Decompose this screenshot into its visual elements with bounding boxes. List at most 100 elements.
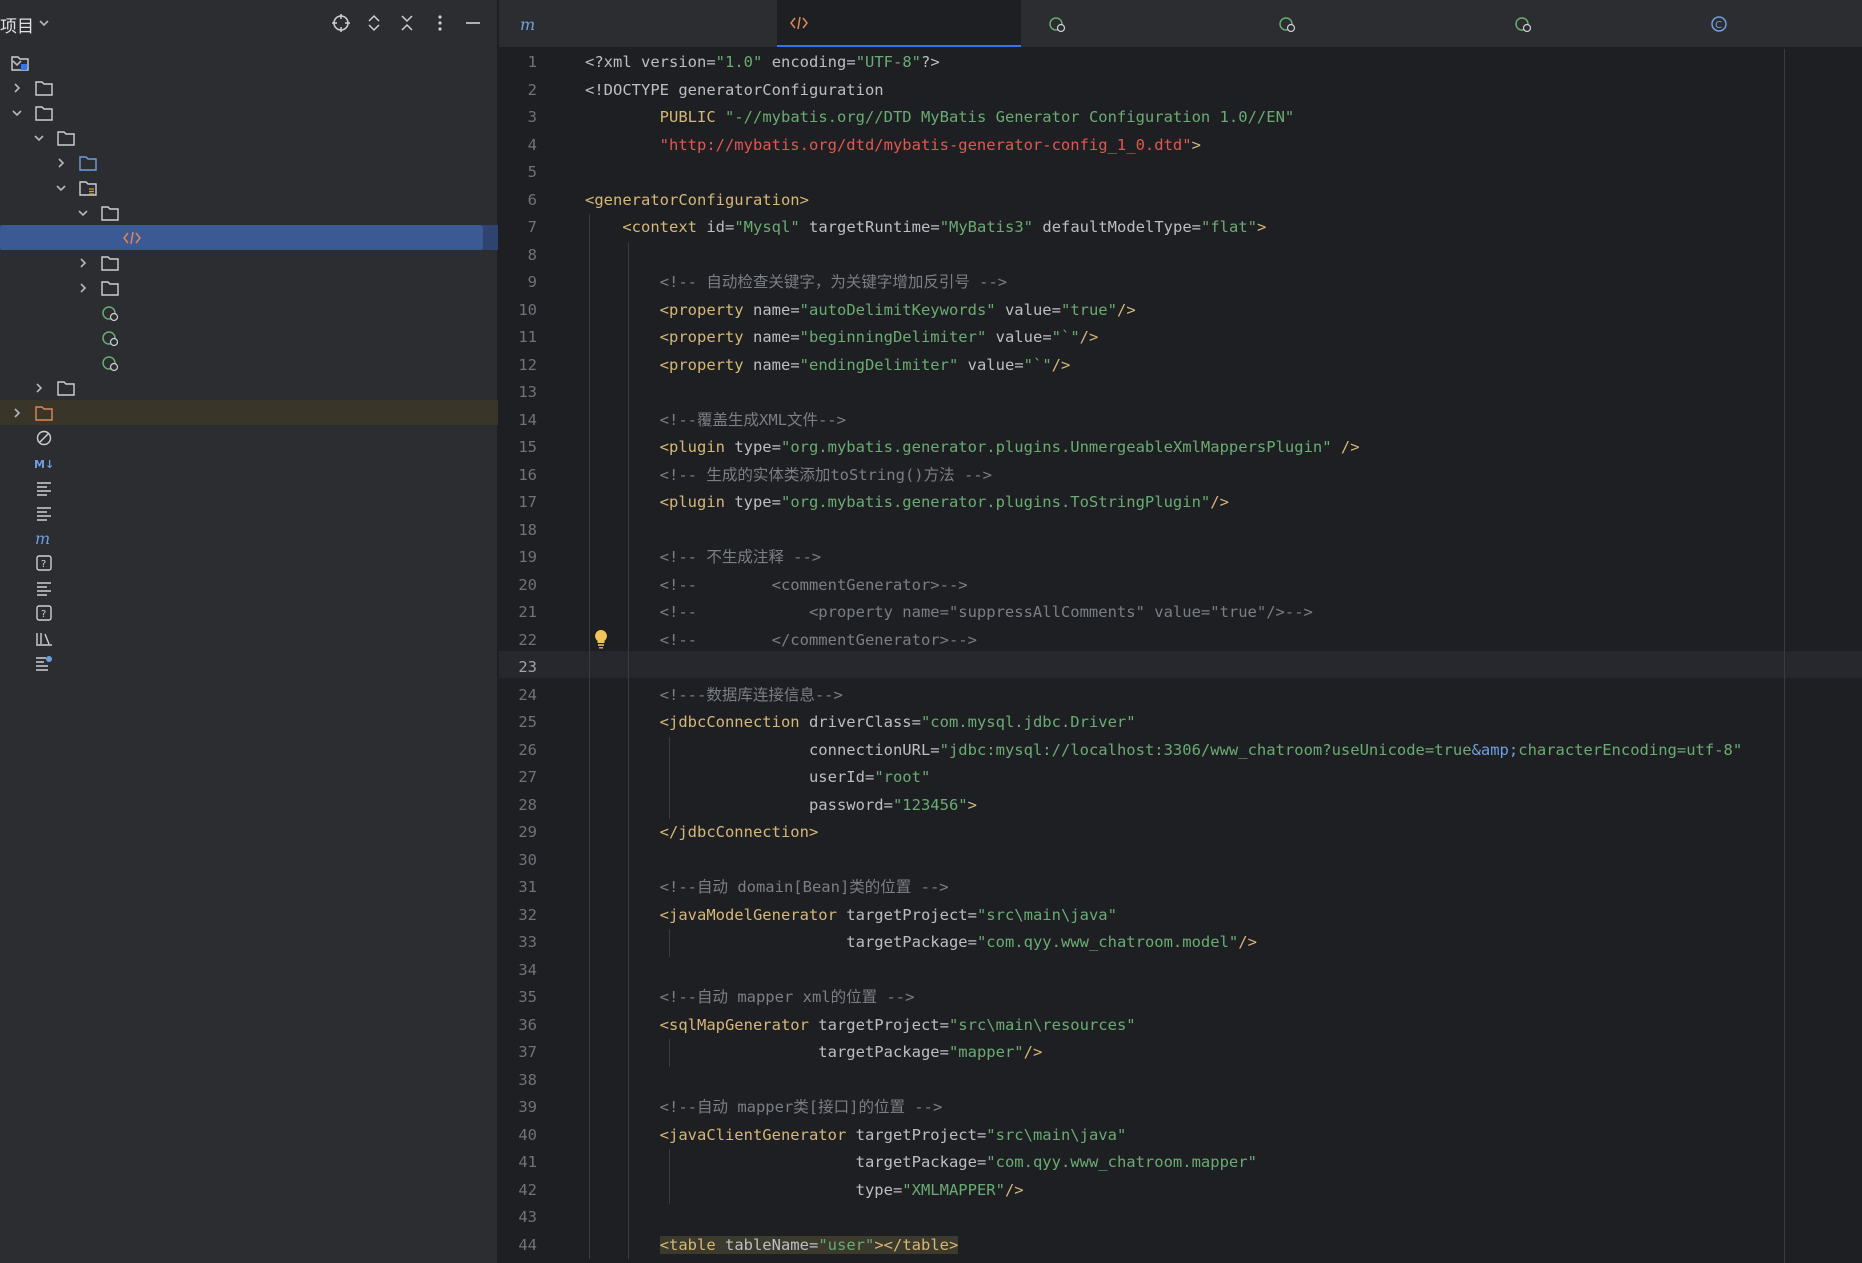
line-number[interactable]: 18 — [499, 521, 537, 548]
code-line[interactable]: <context id="Mysql" targetRuntime="MyBat… — [585, 214, 1266, 241]
code-line[interactable]: <property name="endingDelimiter" value="… — [585, 352, 1071, 379]
line-number[interactable]: 42 — [499, 1181, 537, 1208]
tree-item-application-dev-yml[interactable] — [0, 325, 498, 350]
code-line[interactable]: connectionURL="jdbc:mysql://localhost:33… — [585, 737, 1742, 764]
locate-icon[interactable] — [330, 12, 352, 34]
tree-item-generator[interactable] — [0, 200, 498, 225]
code-line[interactable]: password="123456"> — [585, 792, 977, 819]
tree-item-test[interactable] — [0, 375, 498, 400]
line-number[interactable]: 2 — [499, 81, 537, 108]
chevron-down-icon[interactable] — [10, 105, 24, 119]
line-number[interactable]: 3 — [499, 108, 537, 135]
line-number[interactable]: 1 — [499, 53, 537, 80]
line-number[interactable]: 4 — [499, 136, 537, 163]
code-line[interactable]: targetPackage="com.qyy.www_chatroom.mapp… — [585, 1149, 1257, 1176]
code-line[interactable]: <generatorConfiguration> — [585, 187, 809, 214]
chevron-down-icon[interactable] — [37, 16, 51, 30]
project-panel-title[interactable]: 项目 — [0, 12, 34, 37]
hide-panel-icon[interactable] — [462, 12, 484, 34]
line-number[interactable]: 38 — [499, 1071, 537, 1098]
editor-tab[interactable]: m — [507, 0, 763, 47]
code-line[interactable]: PUBLIC "-//mybatis.org//DTD MyBatis Gene… — [585, 104, 1295, 131]
code-line[interactable]: <!--自动 domain[Bean]类的位置 --> — [585, 874, 949, 901]
collapse-all-icon[interactable] — [396, 12, 418, 34]
line-number[interactable]: 19 — [499, 548, 537, 575]
tree-item-spring-blog-log-2024-12-21-0-gz[interactable]: ? — [0, 550, 498, 575]
editor-tab[interactable] — [1035, 0, 1251, 47]
editor-tab[interactable] — [1501, 0, 1683, 47]
code-line[interactable]: <plugin type="org.mybatis.generator.plug… — [585, 489, 1229, 516]
code-line[interactable]: <javaClientGenerator targetProject="src\… — [585, 1122, 1127, 1149]
chevron-right-icon[interactable] — [54, 155, 68, 169]
line-number[interactable]: 33 — [499, 933, 537, 960]
tree-item-application-prod-yml[interactable] — [0, 350, 498, 375]
code-line[interactable]: <table tableName="user"></table> — [585, 1232, 959, 1259]
tree-item-idea[interactable] — [0, 75, 498, 100]
code-line[interactable]: </jdbcConnection> — [585, 819, 819, 846]
line-number[interactable]: 28 — [499, 796, 537, 823]
line-number[interactable]: 9 — [499, 273, 537, 300]
line-number[interactable]: 16 — [499, 466, 537, 493]
line-number[interactable]: 39 — [499, 1098, 537, 1125]
line-number[interactable]: 11 — [499, 328, 537, 355]
tree-item-gitignore[interactable] — [0, 425, 498, 450]
code-line[interactable]: <property name="autoDelimitKeywords" val… — [585, 297, 1136, 324]
tree-item-[interactable] — [0, 650, 498, 675]
code-line[interactable]: userId="root" — [585, 764, 930, 791]
code-line[interactable]: <!---数据库连接信息--> — [585, 682, 843, 709]
tree-item-generator-config-xml[interactable] — [0, 225, 498, 250]
code-line[interactable]: <!--覆盖生成XML文件--> — [585, 407, 846, 434]
editor-tab[interactable]: C — [1697, 0, 1862, 47]
tree-item-java[interactable] — [0, 150, 498, 175]
code-line[interactable]: <!-- <commentGenerator>--> — [585, 572, 968, 599]
chevron-right-icon[interactable] — [76, 255, 90, 269]
code-line[interactable]: <javaModelGenerator targetProject="src\m… — [585, 902, 1117, 929]
code-line[interactable]: <!--自动 mapper xml的位置 --> — [585, 984, 915, 1011]
code-line[interactable]: <!-- </commentGenerator>--> — [585, 627, 977, 654]
line-number[interactable]: 41 — [499, 1153, 537, 1180]
tree-item-hs-err-pid11848-log[interactable] — [0, 475, 498, 500]
tree-item-application-yml[interactable] — [0, 300, 498, 325]
code-line[interactable]: targetPackage="mapper"/> — [585, 1039, 1042, 1066]
code-line[interactable]: <property name="beginningDelimiter" valu… — [585, 324, 1099, 351]
line-number[interactable]: 30 — [499, 851, 537, 878]
tree-item-[interactable] — [0, 625, 498, 650]
code-line[interactable]: <sqlMapGenerator targetProject="src\main… — [585, 1012, 1136, 1039]
tree-item-pom-xml[interactable]: m — [0, 525, 498, 550]
tree-item-main[interactable] — [0, 125, 498, 150]
editor-tab[interactable] — [1265, 0, 1487, 47]
line-number[interactable]: 27 — [499, 768, 537, 795]
code-line[interactable]: <!-- <property name="suppressAllComments… — [585, 599, 1313, 626]
code-line[interactable]: <!-- 生成的实体类添加toString()方法 --> — [585, 462, 992, 489]
tree-item-resources[interactable] — [0, 175, 498, 200]
line-number[interactable]: 15 — [499, 438, 537, 465]
line-number[interactable]: 13 — [499, 383, 537, 410]
more-options-icon[interactable] — [429, 12, 451, 34]
tree-item-spring-chatroom-log[interactable] — [0, 575, 498, 600]
tree-item-hs-err-pid22040-log[interactable] — [0, 500, 498, 525]
editor-tab[interactable] — [777, 0, 1021, 47]
line-number[interactable]: 21 — [499, 603, 537, 630]
line-number[interactable]: 36 — [499, 1016, 537, 1043]
chevron-right-icon[interactable] — [76, 280, 90, 294]
line-number[interactable]: 44 — [499, 1236, 537, 1263]
code-line[interactable]: <jdbcConnection driverClass="com.mysql.j… — [585, 709, 1136, 736]
line-number[interactable]: 35 — [499, 988, 537, 1015]
tree-item-mapper[interactable] — [0, 250, 498, 275]
code-line[interactable]: targetPackage="com.qyy.www_chatroom.mode… — [585, 929, 1257, 956]
code-line[interactable]: <plugin type="org.mybatis.generator.plug… — [585, 434, 1360, 461]
line-number[interactable]: 10 — [499, 301, 537, 328]
tree-item-static[interactable] — [0, 275, 498, 300]
line-number[interactable]: 32 — [499, 906, 537, 933]
line-number[interactable]: 12 — [499, 356, 537, 383]
tree-item-target[interactable] — [0, 400, 498, 425]
line-number[interactable]: 29 — [499, 823, 537, 850]
chevron-down-icon[interactable] — [76, 205, 90, 219]
line-number[interactable]: 22 — [499, 631, 537, 658]
line-number[interactable]: 43 — [499, 1208, 537, 1235]
line-number[interactable]: 40 — [499, 1126, 537, 1153]
line-number[interactable]: 17 — [499, 493, 537, 520]
code-line[interactable]: <!DOCTYPE generatorConfiguration — [585, 77, 884, 104]
code-line[interactable]: "http://mybatis.org/dtd/mybatis-generato… — [585, 132, 1201, 159]
line-number[interactable]: 24 — [499, 686, 537, 713]
